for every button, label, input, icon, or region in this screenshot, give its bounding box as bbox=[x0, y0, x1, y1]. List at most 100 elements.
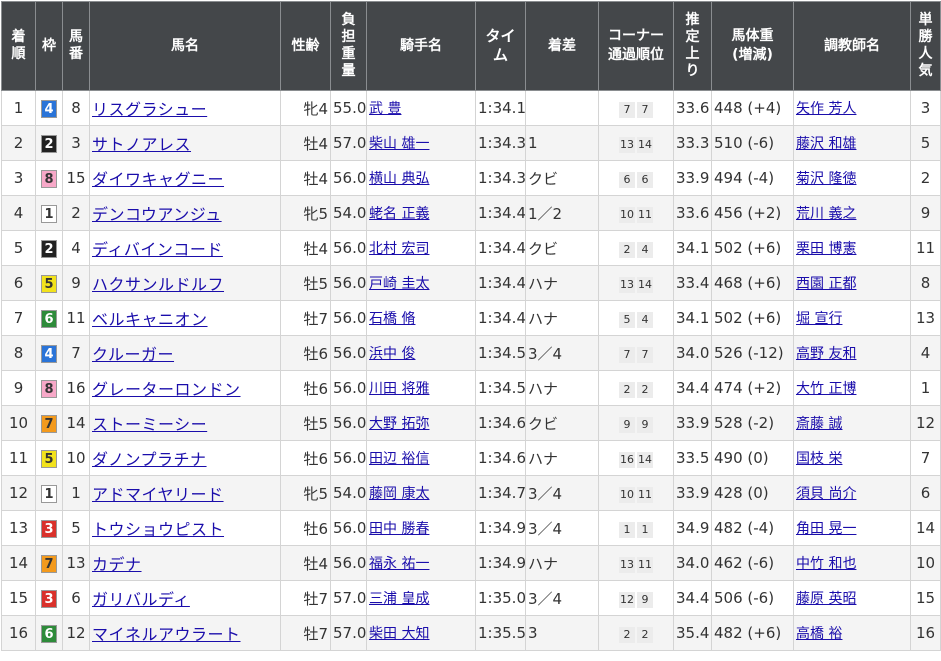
rank-cell: 14 bbox=[1, 545, 36, 581]
trainer-link[interactable]: 斎藤 誠 bbox=[796, 416, 842, 432]
horse-name-link[interactable]: ガリバルディ bbox=[92, 590, 190, 609]
body-weight-cell: 490 (0) bbox=[711, 440, 794, 476]
horse-name-link[interactable]: ベルキャニオン bbox=[92, 310, 208, 329]
horse-name-link[interactable]: デンコウアンジュ bbox=[92, 205, 222, 224]
jockey-cell: 蛯名 正義 bbox=[366, 195, 476, 231]
horse-name-link[interactable]: アドマイヤリード bbox=[92, 485, 224, 504]
rank-cell: 12 bbox=[1, 475, 36, 511]
carried-weight-cell: 56.0 bbox=[330, 405, 367, 441]
carried-weight-cell: 56.0 bbox=[330, 265, 367, 301]
corner-cell: 10 11 bbox=[598, 195, 674, 231]
trainer-link[interactable]: 栗田 博憲 bbox=[796, 241, 856, 257]
trainer-link[interactable]: 藤原 英昭 bbox=[796, 591, 856, 607]
trainer-link[interactable]: 須貝 尚介 bbox=[796, 486, 856, 502]
waku-badge: 5 bbox=[41, 274, 57, 293]
jockey-cell: 北村 宏司 bbox=[366, 230, 476, 266]
waku-badge: 3 bbox=[41, 519, 57, 538]
jockey-link[interactable]: 田中 勝春 bbox=[369, 521, 429, 537]
jockey-link[interactable]: 石橋 脩 bbox=[369, 311, 415, 327]
last3f-cell: 34.1 bbox=[673, 230, 712, 266]
popularity-cell: 10 bbox=[910, 545, 941, 581]
corner-position: 4 bbox=[637, 241, 653, 258]
table-row: 6 5 9 ハクサンルドルフ 牡5 56.0 戸崎 圭太 1:34.4 ハナ 13 14 33.4 46… bbox=[1, 265, 941, 301]
sex-age-cell: 牡6 bbox=[280, 335, 331, 371]
horse-name-link[interactable]: サトノアレス bbox=[92, 135, 191, 154]
body-weight-cell: 448 (+4) bbox=[711, 90, 794, 126]
trainer-link[interactable]: 角田 晃一 bbox=[796, 521, 856, 537]
horse-name-link[interactable]: カデナ bbox=[92, 555, 142, 574]
corner-position: 7 bbox=[637, 101, 653, 118]
waku-cell: 7 bbox=[35, 405, 63, 441]
popularity-cell: 15 bbox=[910, 580, 941, 616]
trainer-link[interactable]: 高野 友和 bbox=[796, 346, 856, 362]
horse-name-link[interactable]: ハクサンルドルフ bbox=[92, 275, 224, 294]
last3f-cell: 34.4 bbox=[673, 370, 712, 406]
trainer-link[interactable]: 菊沢 隆徳 bbox=[796, 171, 856, 187]
time-cell: 1:34.6 bbox=[475, 405, 526, 441]
horse-name-link[interactable]: ディバインコード bbox=[92, 240, 223, 259]
waku-badge: 6 bbox=[41, 624, 57, 643]
jockey-link[interactable]: 蛯名 正義 bbox=[369, 206, 429, 222]
trainer-link[interactable]: 大竹 正博 bbox=[796, 381, 856, 397]
horse-name-cell: サトノアレス bbox=[89, 125, 281, 161]
jockey-link[interactable]: 浜中 俊 bbox=[369, 346, 415, 362]
trainer-link[interactable]: 矢作 芳人 bbox=[796, 101, 856, 117]
horse-name-link[interactable]: トウショウピスト bbox=[92, 520, 224, 539]
trainer-link[interactable]: 荒川 義之 bbox=[796, 206, 856, 222]
margin-cell: 3／4 bbox=[525, 580, 599, 616]
waku-badge: 1 bbox=[41, 204, 57, 223]
horse-name-link[interactable]: クルーガー bbox=[92, 345, 174, 364]
last3f-cell: 33.6 bbox=[673, 195, 712, 231]
jockey-link[interactable]: 横山 典弘 bbox=[369, 171, 429, 187]
corner-cell: 11 bbox=[598, 510, 674, 546]
corner-position: 10 bbox=[619, 206, 635, 223]
trainer-link[interactable]: 国枝 栄 bbox=[796, 451, 842, 467]
jockey-link[interactable]: 田辺 裕信 bbox=[369, 451, 429, 467]
corner-position: 2 bbox=[637, 381, 653, 398]
sex-age-cell: 牡7 bbox=[280, 580, 331, 616]
horse-name-link[interactable]: ダイワキャグニー bbox=[92, 170, 224, 189]
horse-name-link[interactable]: マイネルアウラート bbox=[92, 625, 241, 644]
jockey-link[interactable]: 柴田 大知 bbox=[369, 626, 429, 642]
jockey-link[interactable]: 福永 祐一 bbox=[369, 556, 429, 572]
corner-position: 9 bbox=[637, 416, 653, 433]
horse-name-link[interactable]: ダノンプラチナ bbox=[92, 450, 207, 469]
horse-name-link[interactable]: グレーターロンドン bbox=[92, 380, 241, 399]
jockey-cell: 三浦 皇成 bbox=[366, 580, 476, 616]
body-weight-cell: 482 (-4) bbox=[711, 510, 794, 546]
trainer-link[interactable]: 堀 宣行 bbox=[796, 311, 842, 327]
horse-name-link[interactable]: ストーミーシー bbox=[92, 415, 207, 434]
horse-number-cell: 2 bbox=[62, 195, 90, 231]
waku-cell: 6 bbox=[35, 300, 63, 336]
jockey-link[interactable]: 武 豊 bbox=[369, 101, 401, 117]
jockey-cell: 田辺 裕信 bbox=[366, 440, 476, 476]
last3f-cell: 34.0 bbox=[673, 545, 712, 581]
corner-cell: 22 bbox=[598, 370, 674, 406]
waku-cell: 4 bbox=[35, 335, 63, 371]
trainer-link[interactable]: 高橋 裕 bbox=[796, 626, 842, 642]
header-horse: 馬名 bbox=[89, 1, 281, 91]
margin-cell bbox=[525, 90, 599, 126]
carried-weight-cell: 57.0 bbox=[330, 615, 367, 651]
jockey-link[interactable]: 柴山 雄一 bbox=[369, 136, 429, 152]
margin-cell: 3／4 bbox=[525, 335, 599, 371]
jockey-cell: 大野 拓弥 bbox=[366, 405, 476, 441]
corner-position: 5 bbox=[619, 311, 635, 328]
jockey-link[interactable]: 北村 宏司 bbox=[369, 241, 429, 257]
popularity-cell: 14 bbox=[910, 510, 941, 546]
trainer-link[interactable]: 藤沢 和雄 bbox=[796, 136, 856, 152]
jockey-link[interactable]: 川田 将雅 bbox=[369, 381, 429, 397]
jockey-link[interactable]: 大野 拓弥 bbox=[369, 416, 429, 432]
jockey-link[interactable]: 藤岡 康太 bbox=[369, 486, 429, 502]
carried-weight-cell: 56.0 bbox=[330, 440, 367, 476]
trainer-link[interactable]: 西園 正都 bbox=[796, 276, 856, 292]
rank-cell: 15 bbox=[1, 580, 36, 616]
trainer-link[interactable]: 中竹 和也 bbox=[796, 556, 856, 572]
waku-badge: 4 bbox=[41, 344, 57, 363]
horse-name-link[interactable]: リスグラシュー bbox=[92, 100, 207, 119]
last3f-cell: 33.3 bbox=[673, 125, 712, 161]
jockey-link[interactable]: 戸崎 圭太 bbox=[369, 276, 429, 292]
waku-badge: 3 bbox=[41, 589, 57, 608]
body-weight-cell: 526 (-12) bbox=[711, 335, 794, 371]
jockey-link[interactable]: 三浦 皇成 bbox=[369, 591, 429, 607]
